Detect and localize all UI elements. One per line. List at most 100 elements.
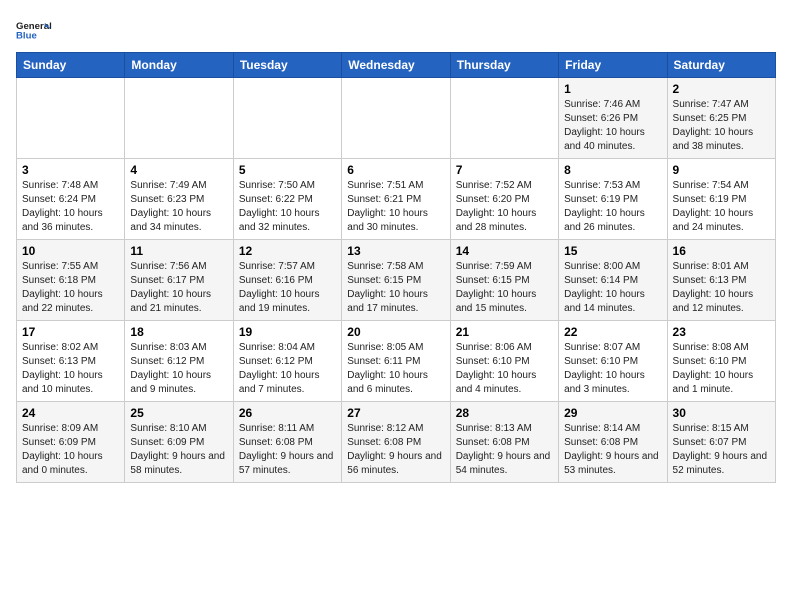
page-header: General Blue	[16, 16, 776, 44]
calendar-day-cell: 20 Sunrise: 8:05 AM Sunset: 6:11 PM Dayli…	[342, 321, 450, 402]
day-number: 26	[239, 406, 336, 420]
day-info: Sunrise: 7:57 AM Sunset: 6:16 PM Dayligh…	[239, 260, 336, 316]
day-number: 18	[130, 325, 227, 339]
day-info: Sunrise: 7:54 AM Sunset: 6:19 PM Dayligh…	[673, 179, 770, 235]
calendar-day-cell: 27Sunrise: 8:12 AM Sunset: 6:08 PM Dayli…	[342, 402, 450, 483]
day-number: 19	[239, 325, 336, 339]
day-number: 27	[347, 406, 444, 420]
day-info: Sunrise: 8:01 AM Sunset: 6:13 PM Dayligh…	[673, 260, 770, 316]
calendar-day-cell: 11Sunrise: 7:56 AM Sunset: 6:17 PM Dayli…	[125, 240, 233, 321]
day-info: Sunrise: 8:02 AM Sunset: 6:13 PM Dayligh…	[22, 341, 119, 397]
weekday-header-row: SundayMondayTuesdayWednesdayThursdayFrid…	[17, 53, 776, 78]
calendar-day-cell: 6Sunrise: 7:51 AM Sunset: 6:21 PM Daylig…	[342, 159, 450, 240]
calendar-week-row: 3 Sunrise: 7:48 AM Sunset: 6:24 PM Daylig…	[17, 159, 776, 240]
weekday-header-cell: Monday	[125, 53, 233, 78]
day-info: Sunrise: 7:50 AM Sunset: 6:22 PM Dayligh…	[239, 179, 336, 235]
day-info: Sunrise: 8:14 AM Sunset: 6:08 PM Dayligh…	[564, 422, 661, 478]
day-number: 30	[673, 406, 770, 420]
day-info: Sunrise: 7:58 AM Sunset: 6:15 PM Dayligh…	[347, 260, 444, 316]
day-info: Sunrise: 7:53 AM Sunset: 6:19 PM Dayligh…	[564, 179, 661, 235]
weekday-header-cell: Saturday	[667, 53, 775, 78]
day-info: Sunrise: 8:08 AM Sunset: 6:10 PM Dayligh…	[673, 341, 770, 397]
calendar-day-cell: 3 Sunrise: 7:48 AM Sunset: 6:24 PM Daylig…	[17, 159, 125, 240]
day-info: Sunrise: 8:03 AM Sunset: 6:12 PM Dayligh…	[130, 341, 227, 397]
day-number: 3	[22, 163, 119, 177]
day-number: 28	[456, 406, 553, 420]
day-number: 25	[130, 406, 227, 420]
day-number: 4	[130, 163, 227, 177]
calendar-day-cell: 12 Sunrise: 7:57 AM Sunset: 6:16 PM Dayli…	[233, 240, 341, 321]
calendar-day-cell: 9Sunrise: 7:54 AM Sunset: 6:19 PM Daylig…	[667, 159, 775, 240]
calendar-day-cell	[125, 78, 233, 159]
calendar-day-cell: 25Sunrise: 8:10 AM Sunset: 6:09 PM Dayli…	[125, 402, 233, 483]
day-number: 1	[564, 82, 661, 96]
calendar-week-row: 24 Sunrise: 8:09 AM Sunset: 6:09 PM Dayli…	[17, 402, 776, 483]
weekday-header-cell: Thursday	[450, 53, 558, 78]
calendar-body: 1 Sunrise: 7:46 AM Sunset: 6:26 PM Daylig…	[17, 78, 776, 483]
calendar-day-cell: 7Sunrise: 7:52 AM Sunset: 6:20 PM Daylig…	[450, 159, 558, 240]
day-number: 12	[239, 244, 336, 258]
calendar-day-cell: 8 Sunrise: 7:53 AM Sunset: 6:19 PM Daylig…	[559, 159, 667, 240]
day-info: Sunrise: 7:49 AM Sunset: 6:23 PM Dayligh…	[130, 179, 227, 235]
svg-text:Blue: Blue	[16, 30, 37, 41]
day-number: 20	[347, 325, 444, 339]
day-info: Sunrise: 7:46 AM Sunset: 6:26 PM Dayligh…	[564, 98, 661, 154]
calendar-day-cell: 30 Sunrise: 8:15 AM Sunset: 6:07 PM Dayli…	[667, 402, 775, 483]
day-number: 29	[564, 406, 661, 420]
day-number: 23	[673, 325, 770, 339]
calendar-week-row: 17 Sunrise: 8:02 AM Sunset: 6:13 PM Dayli…	[17, 321, 776, 402]
day-info: Sunrise: 8:04 AM Sunset: 6:12 PM Dayligh…	[239, 341, 336, 397]
day-number: 5	[239, 163, 336, 177]
day-number: 24	[22, 406, 119, 420]
calendar-day-cell: 18 Sunrise: 8:03 AM Sunset: 6:12 PM Dayli…	[125, 321, 233, 402]
weekday-header-cell: Friday	[559, 53, 667, 78]
logo-icon: General Blue	[16, 16, 52, 44]
calendar-day-cell: 15 Sunrise: 8:00 AM Sunset: 6:14 PM Dayli…	[559, 240, 667, 321]
calendar-day-cell: 10 Sunrise: 7:55 AM Sunset: 6:18 PM Dayli…	[17, 240, 125, 321]
day-number: 11	[130, 244, 227, 258]
day-number: 13	[347, 244, 444, 258]
calendar-day-cell: 14Sunrise: 7:59 AM Sunset: 6:15 PM Dayli…	[450, 240, 558, 321]
calendar-day-cell: 17 Sunrise: 8:02 AM Sunset: 6:13 PM Dayli…	[17, 321, 125, 402]
day-number: 15	[564, 244, 661, 258]
calendar-day-cell	[17, 78, 125, 159]
weekday-header-cell: Wednesday	[342, 53, 450, 78]
day-number: 8	[564, 163, 661, 177]
calendar-day-cell: 26 Sunrise: 8:11 AM Sunset: 6:08 PM Dayli…	[233, 402, 341, 483]
calendar-day-cell: 19 Sunrise: 8:04 AM Sunset: 6:12 PM Dayli…	[233, 321, 341, 402]
day-info: Sunrise: 7:59 AM Sunset: 6:15 PM Dayligh…	[456, 260, 553, 316]
day-info: Sunrise: 8:06 AM Sunset: 6:10 PM Dayligh…	[456, 341, 553, 397]
calendar-day-cell: 13 Sunrise: 7:58 AM Sunset: 6:15 PM Dayli…	[342, 240, 450, 321]
day-number: 17	[22, 325, 119, 339]
calendar-day-cell: 5 Sunrise: 7:50 AM Sunset: 6:22 PM Daylig…	[233, 159, 341, 240]
day-info: Sunrise: 8:15 AM Sunset: 6:07 PM Dayligh…	[673, 422, 770, 478]
calendar-day-cell: 23 Sunrise: 8:08 AM Sunset: 6:10 PM Dayli…	[667, 321, 775, 402]
day-info: Sunrise: 8:11 AM Sunset: 6:08 PM Dayligh…	[239, 422, 336, 478]
day-info: Sunrise: 8:00 AM Sunset: 6:14 PM Dayligh…	[564, 260, 661, 316]
calendar-day-cell: 28 Sunrise: 8:13 AM Sunset: 6:08 PM Dayli…	[450, 402, 558, 483]
day-number: 16	[673, 244, 770, 258]
day-info: Sunrise: 7:47 AM Sunset: 6:25 PM Dayligh…	[673, 98, 770, 154]
day-info: Sunrise: 8:13 AM Sunset: 6:08 PM Dayligh…	[456, 422, 553, 478]
weekday-header-cell: Tuesday	[233, 53, 341, 78]
calendar-day-cell: 21 Sunrise: 8:06 AM Sunset: 6:10 PM Dayli…	[450, 321, 558, 402]
day-info: Sunrise: 8:05 AM Sunset: 6:11 PM Dayligh…	[347, 341, 444, 397]
calendar-day-cell: 4 Sunrise: 7:49 AM Sunset: 6:23 PM Daylig…	[125, 159, 233, 240]
logo: General Blue	[16, 16, 52, 44]
calendar-day-cell: 16 Sunrise: 8:01 AM Sunset: 6:13 PM Dayli…	[667, 240, 775, 321]
calendar-day-cell: 2 Sunrise: 7:47 AM Sunset: 6:25 PM Daylig…	[667, 78, 775, 159]
calendar-day-cell: 24 Sunrise: 8:09 AM Sunset: 6:09 PM Dayli…	[17, 402, 125, 483]
day-number: 21	[456, 325, 553, 339]
day-info: Sunrise: 7:48 AM Sunset: 6:24 PM Dayligh…	[22, 179, 119, 235]
day-number: 10	[22, 244, 119, 258]
day-info: Sunrise: 7:51 AM Sunset: 6:21 PM Dayligh…	[347, 179, 444, 235]
day-info: Sunrise: 7:55 AM Sunset: 6:18 PM Dayligh…	[22, 260, 119, 316]
calendar-day-cell: 22Sunrise: 8:07 AM Sunset: 6:10 PM Dayli…	[559, 321, 667, 402]
day-number: 22	[564, 325, 661, 339]
calendar-table: SundayMondayTuesdayWednesdayThursdayFrid…	[16, 52, 776, 483]
calendar-week-row: 10 Sunrise: 7:55 AM Sunset: 6:18 PM Dayli…	[17, 240, 776, 321]
day-number: 2	[673, 82, 770, 96]
calendar-day-cell: 1 Sunrise: 7:46 AM Sunset: 6:26 PM Daylig…	[559, 78, 667, 159]
calendar-week-row: 1 Sunrise: 7:46 AM Sunset: 6:26 PM Daylig…	[17, 78, 776, 159]
day-info: Sunrise: 8:09 AM Sunset: 6:09 PM Dayligh…	[22, 422, 119, 478]
